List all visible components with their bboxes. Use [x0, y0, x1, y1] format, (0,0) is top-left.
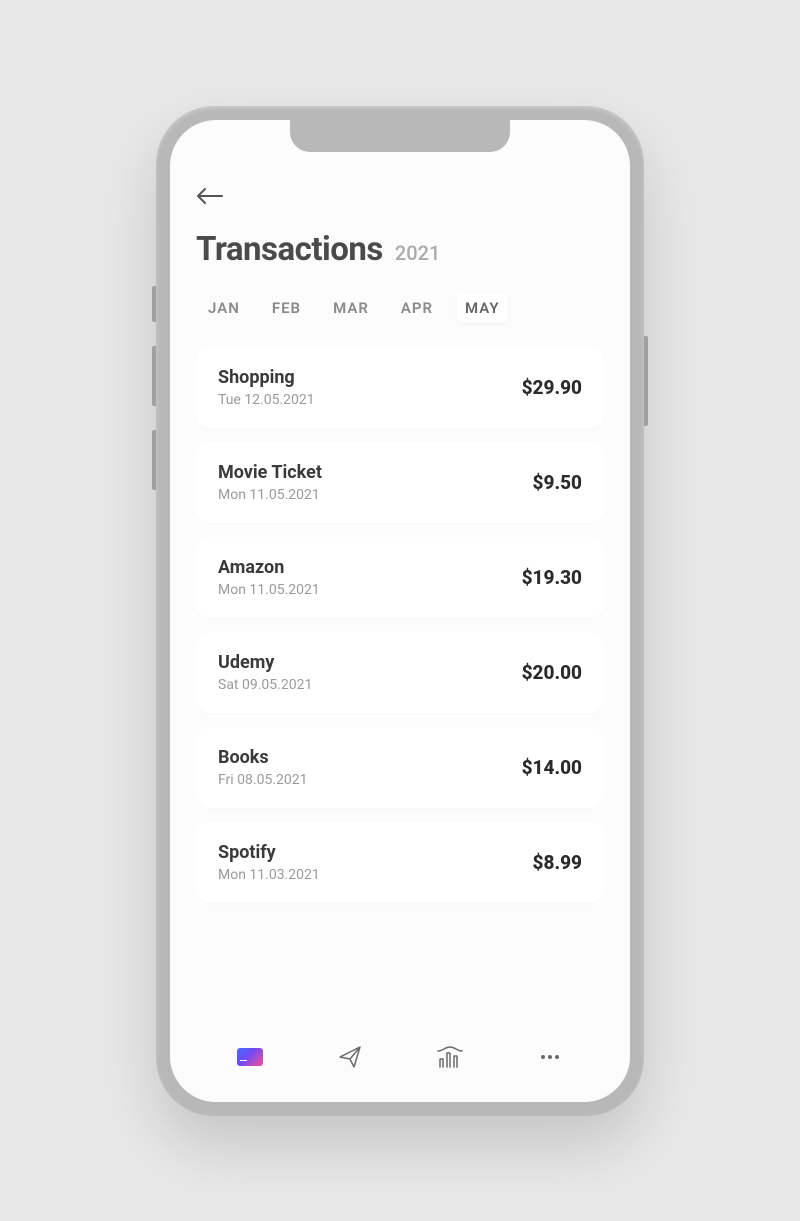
transaction-date: Fri 08.05.2021 [218, 772, 308, 788]
transaction-amount: $29.90 [522, 376, 582, 399]
month-tab-feb[interactable]: FEB [264, 293, 309, 323]
month-tab-mar[interactable]: MAR [325, 293, 377, 323]
nav-more[interactable] [532, 1039, 568, 1075]
paper-plane-icon [338, 1045, 362, 1069]
transaction-name: Books [218, 747, 308, 768]
nav-send[interactable] [332, 1039, 368, 1075]
back-button[interactable] [196, 180, 228, 212]
transaction-name: Amazon [218, 557, 320, 578]
transaction-list: Shopping Tue 12.05.2021 $29.90 Movie Ticket… [196, 347, 604, 1024]
transaction-row[interactable]: Movie Ticket Mon 11.05.2021 $9.50 [196, 442, 604, 523]
bar-chart-icon [437, 1045, 463, 1069]
transaction-row[interactable]: Udemy Sat 09.05.2021 $20.00 [196, 632, 604, 713]
page-title: Transactions [196, 230, 383, 269]
transaction-row[interactable]: Books Fri 08.05.2021 $14.00 [196, 727, 604, 808]
transaction-row[interactable]: Spotify Mon 11.03.2021 $8.99 [196, 822, 604, 903]
page-year: 2021 [395, 241, 440, 265]
arrow-left-icon [196, 187, 224, 205]
transaction-name: Movie Ticket [218, 462, 322, 483]
transaction-name: Shopping [218, 367, 315, 388]
bottom-nav [170, 1024, 630, 1102]
transaction-amount: $9.50 [533, 471, 582, 494]
month-tab-may[interactable]: MAY [457, 293, 508, 323]
transaction-name: Udemy [218, 652, 312, 673]
month-tab-jan[interactable]: JAN [200, 293, 248, 323]
transaction-name: Spotify [218, 842, 320, 863]
transaction-date: Sat 09.05.2021 [218, 677, 312, 693]
transaction-date: Tue 12.05.2021 [218, 392, 315, 408]
transaction-amount: $8.99 [533, 851, 582, 874]
page-heading: Transactions 2021 [196, 230, 604, 269]
transaction-date: Mon 11.03.2021 [218, 867, 320, 883]
notch [290, 120, 510, 152]
transaction-amount: $20.00 [522, 661, 582, 684]
transaction-amount: $14.00 [522, 756, 582, 779]
month-tab-apr[interactable]: APR [393, 293, 441, 323]
transaction-row[interactable]: Amazon Mon 11.05.2021 $19.30 [196, 537, 604, 618]
credit-card-icon [237, 1048, 263, 1066]
month-tabs: JAN FEB MAR APR MAY [196, 293, 604, 323]
more-dots-icon [541, 1055, 559, 1059]
nav-card[interactable] [232, 1039, 268, 1075]
phone-frame: Transactions 2021 JAN FEB MAR APR MAY Shoppi… [156, 106, 644, 1116]
transaction-row[interactable]: Shopping Tue 12.05.2021 $29.90 [196, 347, 604, 428]
nav-stats[interactable] [432, 1039, 468, 1075]
transaction-date: Mon 11.05.2021 [218, 487, 322, 503]
transaction-date: Mon 11.05.2021 [218, 582, 320, 598]
transaction-amount: $19.30 [522, 566, 582, 589]
screen: Transactions 2021 JAN FEB MAR APR MAY Shoppi… [170, 120, 630, 1102]
